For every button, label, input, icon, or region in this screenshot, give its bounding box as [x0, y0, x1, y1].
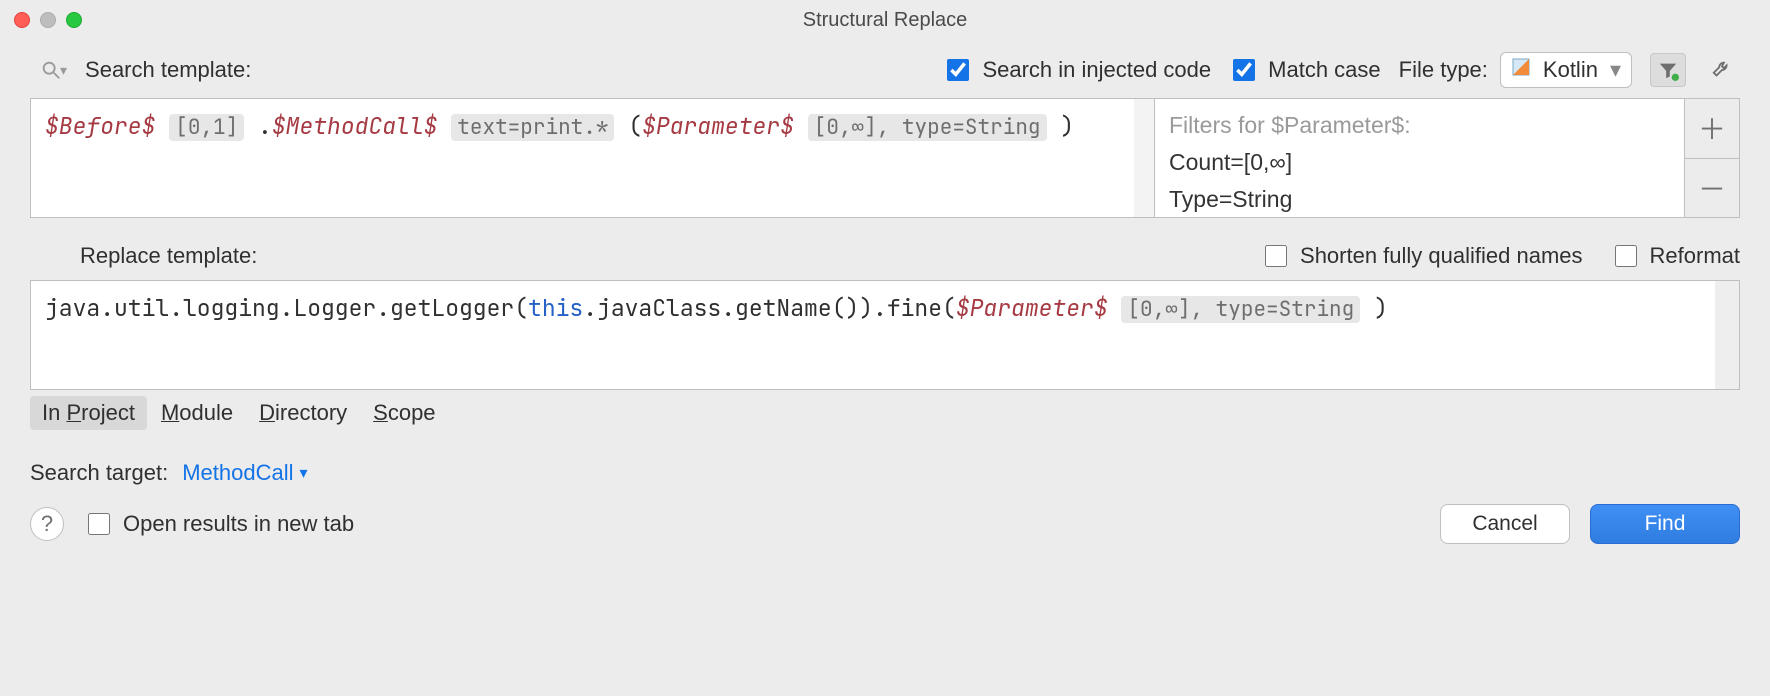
- search-template-area: $Before$ [0,1] .$MethodCall$ text=print.…: [30, 98, 1740, 218]
- scope-tab-in-project[interactable]: In Project: [30, 396, 147, 430]
- titlebar: Structural Replace: [0, 0, 1770, 40]
- add-filter-button[interactable]: ＋: [1685, 99, 1739, 158]
- find-button[interactable]: Find: [1590, 504, 1740, 544]
- minimize-window-button[interactable]: [40, 12, 56, 28]
- search-injected-checkbox[interactable]: Search in injected code: [943, 56, 1211, 84]
- window-title: Structural Replace: [0, 9, 1770, 32]
- kotlin-file-icon: [1511, 57, 1531, 83]
- file-type-group: File type: Kotlin ▾: [1399, 52, 1632, 88]
- filter-toggle-button[interactable]: [1650, 53, 1686, 87]
- search-target-row: Search target: MethodCall ▾: [0, 430, 1770, 486]
- scope-tab-module[interactable]: Module: [149, 396, 245, 430]
- tools-button[interactable]: [1704, 53, 1740, 87]
- remove-filter-button[interactable]: －: [1685, 158, 1739, 218]
- filters-side-buttons: ＋ －: [1685, 99, 1739, 217]
- filters-title: Filters for $Parameter$:: [1169, 107, 1670, 144]
- replace-header: Replace template: Shorten fully qualifie…: [0, 218, 1770, 280]
- file-type-select[interactable]: Kotlin ▾: [1500, 52, 1632, 88]
- open-results-checkbox[interactable]: Open results in new tab: [84, 510, 354, 538]
- replace-template-label: Replace template:: [80, 243, 257, 269]
- close-window-button[interactable]: [14, 12, 30, 28]
- chevron-down-icon: ▾: [299, 463, 307, 483]
- cancel-button[interactable]: Cancel: [1440, 504, 1570, 544]
- zoom-window-button[interactable]: [66, 12, 82, 28]
- structural-replace-dialog: Structural Replace ▾ Search template: Se…: [0, 0, 1770, 696]
- filters-panel: Filters for $Parameter$: Count=[0,∞] Typ…: [1155, 99, 1685, 217]
- scope-tab-directory[interactable]: Directory: [247, 396, 359, 430]
- chevron-down-icon: ▾: [1610, 57, 1621, 83]
- match-case-label: Match case: [1268, 57, 1381, 83]
- reformat-label: Reformat: [1650, 243, 1740, 269]
- search-target-label: Search target:: [30, 460, 168, 486]
- match-case-checkbox[interactable]: Match case: [1229, 56, 1381, 84]
- search-template-editor[interactable]: $Before$ [0,1] .$MethodCall$ text=print.…: [31, 99, 1155, 217]
- scrollbar[interactable]: [1715, 281, 1739, 389]
- scope-tabs: In ProjectModuleDirectoryScope: [0, 390, 1770, 430]
- bottom-row: ? Open results in new tab Cancel Find: [0, 486, 1770, 554]
- scrollbar[interactable]: [1134, 99, 1154, 217]
- shorten-names-checkbox[interactable]: Shorten fully qualified names: [1261, 242, 1583, 270]
- filter-line-count: Count=[0,∞]: [1169, 144, 1670, 181]
- shorten-names-label: Shorten fully qualified names: [1300, 243, 1583, 269]
- filter-line-type: Type=String: [1169, 181, 1670, 217]
- replace-template-editor[interactable]: java.util.logging.Logger.getLogger(this.…: [30, 280, 1740, 390]
- replace-template-code: java.util.logging.Logger.getLogger(this.…: [31, 281, 1739, 337]
- search-target-value: MethodCall: [182, 460, 293, 486]
- search-template-code: $Before$ [0,1] .$MethodCall$ text=print.…: [31, 99, 1154, 155]
- file-type-value: Kotlin: [1543, 57, 1598, 83]
- reformat-checkbox[interactable]: Reformat: [1611, 242, 1740, 270]
- scope-tab-scope[interactable]: Scope: [361, 396, 447, 430]
- search-injected-label: Search in injected code: [982, 57, 1211, 83]
- search-icon: ▾: [40, 59, 67, 81]
- search-target-dropdown[interactable]: MethodCall ▾: [182, 460, 307, 486]
- file-type-label: File type:: [1399, 57, 1488, 83]
- help-button[interactable]: ?: [30, 507, 64, 541]
- open-results-label: Open results in new tab: [123, 511, 354, 537]
- window-controls: [14, 12, 82, 28]
- search-template-label: Search template:: [85, 57, 251, 83]
- options-row: ▾ Search template: Search in injected co…: [0, 40, 1770, 98]
